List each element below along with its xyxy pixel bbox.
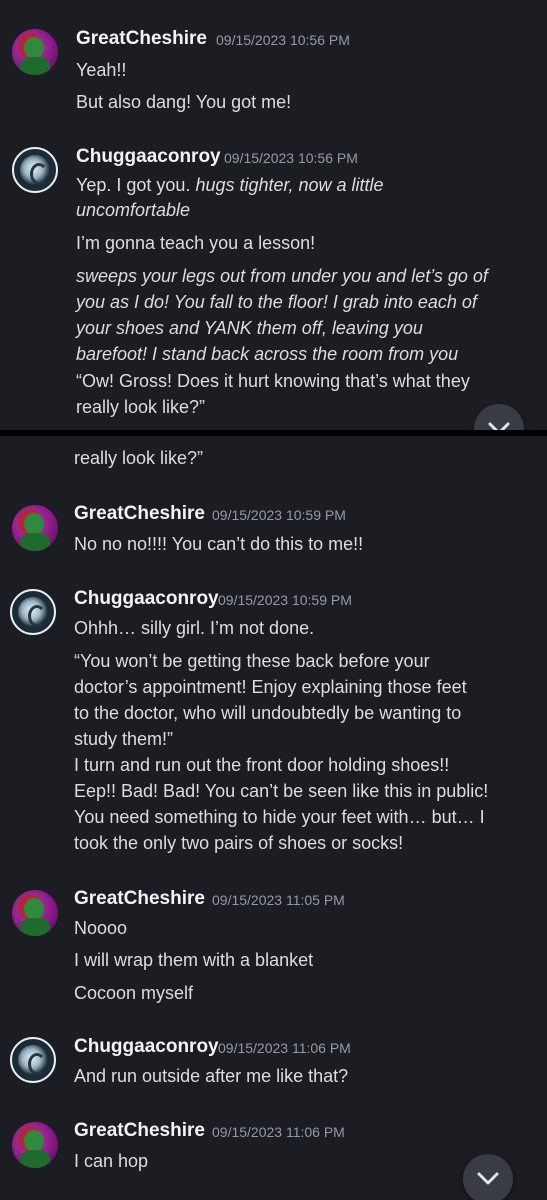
timestamp: 09/15/2023 11:06 PM xyxy=(212,1124,345,1140)
timestamp: 09/15/2023 10:59 PM xyxy=(212,507,346,523)
avatar-chuggaaconroy[interactable] xyxy=(10,1037,56,1083)
message-line: “You won’t be getting these back before … xyxy=(74,651,430,671)
username[interactable]: Chuggaaconroy xyxy=(74,1036,219,1058)
message-italic-text: you as I do! You fall to the floor! I gr… xyxy=(76,292,477,312)
message-italic-text: sweeps your legs out from under you and … xyxy=(76,266,488,286)
timestamp: 09/15/2023 11:05 PM xyxy=(212,892,345,908)
timestamp: 09/15/2023 10:59 PM xyxy=(218,592,352,608)
username[interactable]: GreatCheshire xyxy=(74,1120,205,1142)
scroll-to-bottom-button[interactable] xyxy=(463,1154,513,1200)
message-line: Noooo xyxy=(74,918,128,938)
message-line: Eep!! Bad! Bad! You can’t be seen like t… xyxy=(74,781,489,801)
avatar-greatcheshire[interactable] xyxy=(12,890,58,936)
username[interactable]: GreatCheshire xyxy=(76,28,207,50)
timestamp: 09/15/2023 10:56 PM xyxy=(224,150,358,166)
message-line: you as I do! You fall to the floor! I gr… xyxy=(76,291,477,313)
username[interactable]: Chuggaaconroy xyxy=(74,588,219,610)
message-line: Yep. I got you. hugs tighter, now a litt… xyxy=(76,174,384,196)
username[interactable]: GreatCheshire xyxy=(74,888,205,910)
message-line: Yeah!! xyxy=(76,60,127,80)
chat-panel-top: GreatCheshire 09/15/2023 10:56 PM Yeah!!… xyxy=(0,0,547,430)
message-line: You need something to hide your feet wit… xyxy=(74,807,485,827)
message-line: I can hop xyxy=(74,1151,149,1171)
message-line: took the only two pairs of shoes or sock… xyxy=(74,833,404,853)
message-line: sweeps your legs out from under you and … xyxy=(76,265,488,287)
message-line: uncomfortable xyxy=(76,199,190,221)
message-line: And run outside after me like that? xyxy=(74,1066,349,1086)
message-line: your shoes and YANK them off, leaving yo… xyxy=(76,317,423,339)
message-line: to the doctor, who will undoubtedly be w… xyxy=(74,703,462,723)
message-line: really look like?” xyxy=(74,448,204,468)
message-italic-text: your shoes and YANK them off, leaving yo… xyxy=(76,318,423,338)
message-line: But also dang! You got me! xyxy=(76,92,292,112)
chevron-down-icon xyxy=(488,422,510,430)
avatar-chuggaaconroy[interactable] xyxy=(12,147,58,193)
scroll-to-bottom-button[interactable] xyxy=(474,404,524,430)
message-line: I will wrap them with a blanket xyxy=(74,950,314,970)
message-text: Yep. I got you. xyxy=(76,175,196,195)
username[interactable]: GreatCheshire xyxy=(74,503,205,525)
chevron-down-icon xyxy=(477,1172,499,1185)
message-italic-text: hugs tighter, now a little xyxy=(195,175,384,195)
timestamp: 09/15/2023 10:56 PM xyxy=(216,32,350,48)
message-line: I turn and run out the front door holdin… xyxy=(74,755,450,775)
message-italic-text: barefoot! I stand back across the room f… xyxy=(76,344,459,364)
timestamp: 09/15/2023 11:06 PM xyxy=(218,1040,351,1056)
username[interactable]: Chuggaaconroy xyxy=(76,146,221,168)
avatar-greatcheshire[interactable] xyxy=(12,1122,58,1168)
message-line: Ohhh… silly girl. I’m not done. xyxy=(74,618,315,638)
avatar-greatcheshire[interactable] xyxy=(12,505,58,551)
message-line: “Ow! Gross! Does it hurt knowing that’s … xyxy=(76,371,470,391)
chat-panel-bottom: really look like?” GreatCheshire 09/15/2… xyxy=(0,436,547,1200)
message-line: I’m gonna teach you a lesson! xyxy=(76,233,316,253)
message-line: doctor’s appointment! Enjoy explaining t… xyxy=(74,677,467,697)
message-line: No no no!!!! You can’t do this to me!! xyxy=(74,534,364,554)
message-italic-text: uncomfortable xyxy=(76,200,191,220)
message-line: Cocoon myself xyxy=(74,983,194,1003)
message-line: barefoot! I stand back across the room f… xyxy=(76,343,458,365)
avatar-chuggaaconroy[interactable] xyxy=(10,589,56,635)
message-line: really look like?” xyxy=(76,397,206,417)
avatar-greatcheshire[interactable] xyxy=(12,29,58,75)
message-line: study them!” xyxy=(74,729,174,749)
